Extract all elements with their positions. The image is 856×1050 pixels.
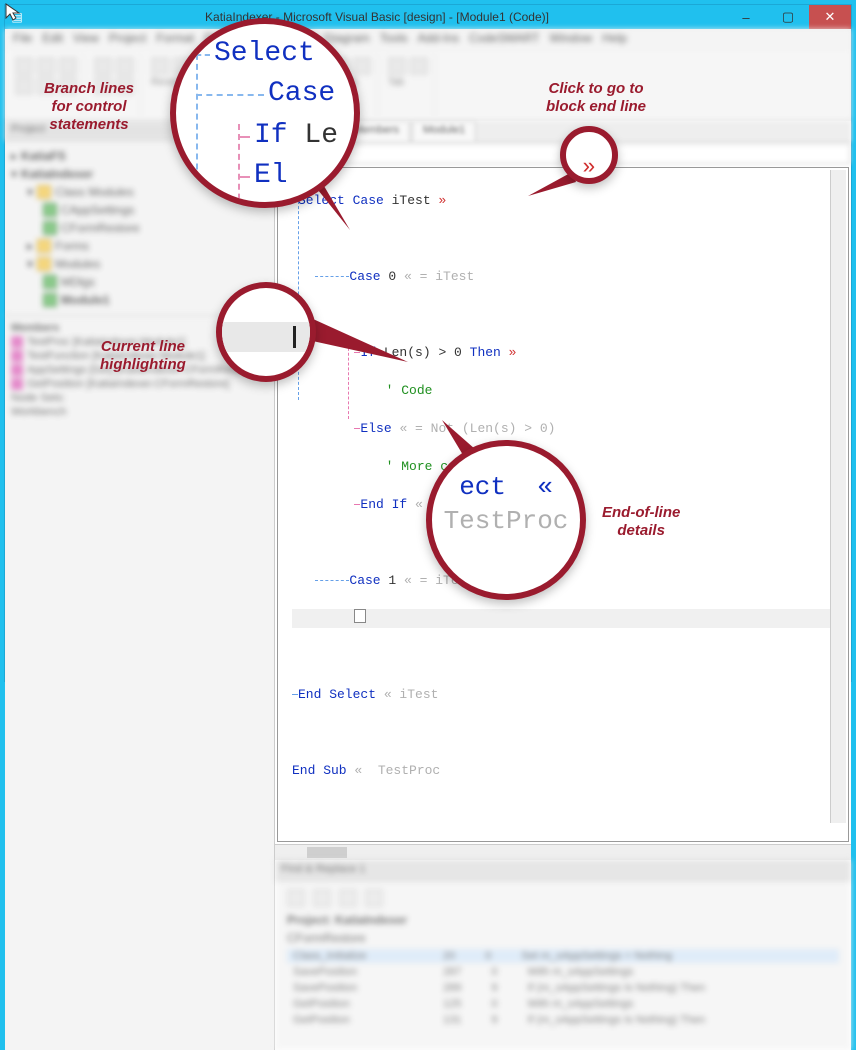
minimize-button[interactable]: – bbox=[725, 5, 767, 29]
horizontal-scrollbar[interactable] bbox=[275, 844, 851, 860]
annotation-eol-details: End-of-line details bbox=[602, 504, 680, 540]
vertical-scrollbar[interactable] bbox=[830, 170, 846, 823]
titlebar: ▤ KatiaIndexer - Microsoft Visual Basic … bbox=[5, 5, 851, 29]
block-end-glyph[interactable]: » bbox=[438, 193, 446, 208]
magnifier-eol-details: ect «TestProc bbox=[426, 440, 586, 600]
annotation-block-end: Click to go to block end line bbox=[546, 80, 646, 116]
caret bbox=[354, 609, 366, 623]
maximize-button[interactable]: ▢ bbox=[767, 5, 809, 29]
cursor-icon bbox=[4, 2, 24, 22]
menu-item[interactable]: Tools bbox=[380, 31, 408, 49]
magnifier-branch-lines: Select Case If Le El bbox=[170, 18, 360, 208]
magnifier-block-end-glyph: » bbox=[560, 126, 618, 184]
code-editor-panel: General Members Module1 (General) TestPr… bbox=[275, 121, 851, 1050]
window-title: KatiaIndexer - Microsoft Visual Basic [d… bbox=[29, 10, 725, 24]
menu-item[interactable]: File bbox=[13, 31, 32, 49]
menu-item[interactable]: Window bbox=[550, 31, 593, 49]
menu-item[interactable]: Project bbox=[109, 31, 146, 49]
annotation-branch-lines: Branch lines for control statements bbox=[44, 80, 134, 134]
menu-item[interactable]: Help bbox=[602, 31, 627, 49]
menu-item[interactable]: Edit bbox=[42, 31, 63, 49]
annotation-current-line: Current line highlighting bbox=[100, 338, 186, 374]
magnifier-current-line bbox=[216, 282, 316, 382]
current-line[interactable] bbox=[292, 609, 844, 628]
find-replace-panel[interactable]: Find & Replace 1 Project: KatiaIndexer C… bbox=[275, 860, 851, 1050]
close-button[interactable]: ✕ bbox=[809, 5, 851, 29]
work-area: Project ▸KatiaFS ▾KatiaIndexer ▾Class Mo… bbox=[5, 121, 851, 1050]
menu-item[interactable]: CodeSMART bbox=[469, 31, 539, 49]
tab-active[interactable]: Module1 bbox=[412, 121, 476, 142]
menu-item[interactable]: View bbox=[73, 31, 99, 49]
project-explorer[interactable]: Project ▸KatiaFS ▾KatiaIndexer ▾Class Mo… bbox=[5, 121, 275, 1050]
menu-item[interactable]: Add-Ins bbox=[418, 31, 459, 49]
block-end-glyph[interactable]: » bbox=[501, 345, 517, 360]
